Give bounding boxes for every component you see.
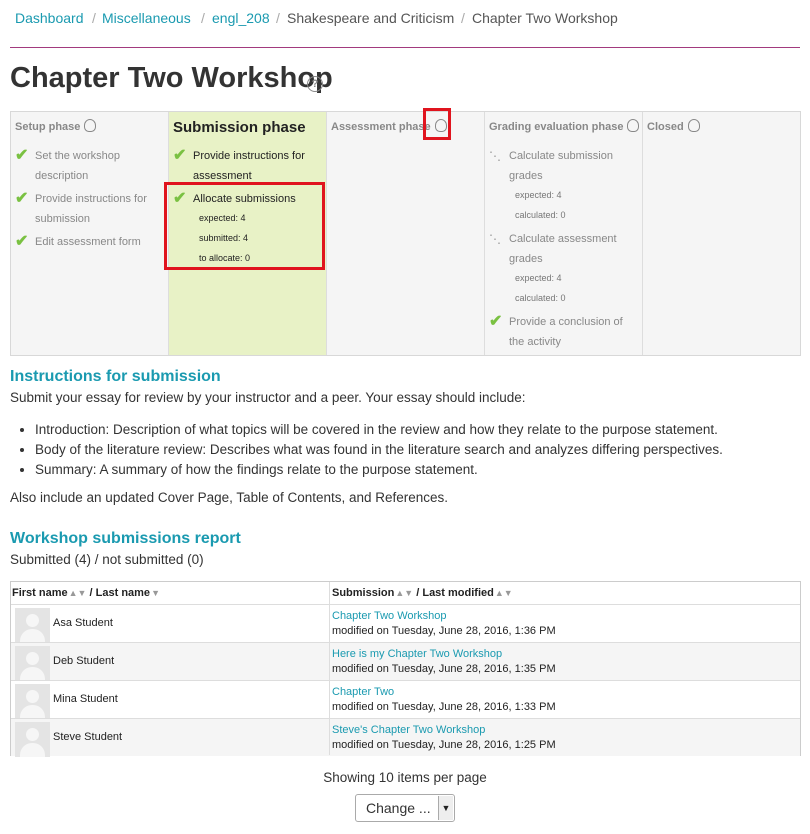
list-item: Summary: A summary of how the findings r…	[35, 460, 723, 480]
submission-link[interactable]: Chapter Two Workshop	[332, 610, 447, 622]
column-header-name: First name▲▼ / Last name▼	[12, 582, 160, 605]
task-label[interactable]: Edit assessment form	[35, 232, 153, 252]
phase-setup-label: Setup phase	[15, 121, 81, 133]
paging-status: Showing 10 items per page	[323, 770, 487, 785]
perpage-select[interactable]: Change ... ▼	[355, 794, 455, 822]
avatar[interactable]	[15, 608, 50, 643]
breadcrumb-separator: /	[461, 10, 465, 26]
sort-submission[interactable]: Submission	[332, 587, 394, 599]
checkmark-icon: ✔	[15, 147, 29, 164]
submissions-table: First name▲▼ / Last name▼ Submission▲▼ /…	[10, 581, 801, 757]
breadcrumb-separator: /	[201, 10, 205, 26]
todo-icon: ⋱	[489, 149, 501, 163]
column-header-submission: Submission▲▼ / Last modified▲▼	[332, 582, 513, 605]
phase-assessment-label: Assessment phase	[331, 121, 431, 133]
breadcrumb-miscellaneous[interactable]: Miscellaneous	[102, 10, 191, 26]
student-name[interactable]: Asa Student	[53, 617, 113, 629]
perpage-select-label: Change ...	[366, 800, 431, 816]
assessment-grades-expected: expected: 4	[515, 273, 562, 283]
phase-setup: Setup phase ✔ Set the workshop descriptio…	[11, 112, 169, 355]
avatar[interactable]	[15, 722, 50, 757]
workshop-phases: Setup phase ✔ Set the workshop descriptio…	[10, 111, 801, 356]
sort-arrows-icon[interactable]: ▼	[151, 582, 160, 605]
checkmark-icon: ✔	[15, 190, 29, 207]
task-label[interactable]: Provide instructions for submission	[35, 189, 153, 229]
report-heading: Workshop submissions report	[10, 530, 241, 547]
task-label[interactable]: Provide a conclusion of the activity	[509, 312, 627, 352]
phase-closed-title[interactable]: Closed	[647, 119, 700, 133]
submission-link[interactable]: Here is my Chapter Two Workshop	[332, 648, 502, 660]
task-label[interactable]: Provide instructions for assessment	[193, 146, 311, 186]
breadcrumb-engl-208[interactable]: engl_208	[212, 10, 270, 26]
page-title: Chapter Two Workshop	[10, 62, 333, 94]
lightbulb-icon[interactable]	[687, 119, 700, 132]
lightbulb-icon[interactable]	[84, 119, 97, 132]
phase-grading-title[interactable]: Grading evaluation phase	[489, 119, 640, 133]
breadcrumb-shakespeare[interactable]: Shakespeare and Criticism	[287, 10, 454, 26]
instructions-list: Introduction: Description of what topics…	[10, 420, 723, 480]
submission-modified: modified on Tuesday, June 28, 2016, 1:35…	[332, 663, 556, 675]
header-divider	[10, 47, 800, 48]
checkmark-icon: ✔	[15, 233, 29, 250]
checkmark-icon: ✔	[489, 313, 503, 330]
table-row: Deb Student Here is my Chapter Two Works…	[11, 642, 800, 681]
sort-arrows-icon[interactable]: ▲▼	[69, 582, 87, 605]
task-label[interactable]: Calculate submission grades	[509, 146, 627, 186]
help-icon[interactable]: ?	[307, 76, 323, 92]
breadcrumb-separator: /	[276, 10, 280, 26]
todo-icon: ⋱	[489, 232, 501, 246]
table-row: Steve Student Steve's Chapter Two Worksh…	[11, 718, 800, 757]
breadcrumb-dashboard[interactable]: Dashboard	[15, 10, 84, 26]
submission-modified: modified on Tuesday, June 28, 2016, 1:25…	[332, 739, 556, 751]
sort-arrows-icon[interactable]: ▲▼	[395, 582, 413, 605]
instructions-intro: Submit your essay for review by your ins…	[10, 390, 526, 405]
phase-grading-label: Grading evaluation phase	[489, 121, 624, 133]
breadcrumb-separator: /	[92, 10, 96, 26]
sort-arrows-icon[interactable]: ▲▼	[495, 582, 513, 605]
highlight-box	[164, 182, 325, 270]
task-label[interactable]: Set the workshop description	[35, 146, 153, 186]
student-name[interactable]: Deb Student	[53, 655, 114, 667]
phase-closed-label: Closed	[647, 121, 684, 133]
column-divider	[329, 582, 330, 755]
phase-closed: Closed	[643, 112, 800, 355]
table-row: Mina Student Chapter Two modified on Tue…	[11, 680, 800, 719]
instructions-heading: Instructions for submission	[10, 368, 221, 385]
instructions-footer: Also include an updated Cover Page, Tabl…	[10, 490, 449, 505]
phase-submission-title: Submission phase	[173, 119, 306, 136]
submission-link[interactable]: Chapter Two	[332, 686, 394, 698]
student-name[interactable]: Mina Student	[53, 693, 118, 705]
breadcrumb-current: Chapter Two Workshop	[472, 10, 618, 26]
submission-link[interactable]: Steve's Chapter Two Workshop	[332, 724, 485, 736]
lightbulb-icon[interactable]	[627, 119, 640, 132]
list-item: Introduction: Description of what topics…	[35, 420, 723, 440]
report-summary: Submitted (4) / not submitted (0)	[10, 552, 204, 567]
phase-grading: Grading evaluation phase ⋱ Calculate subm…	[485, 112, 643, 355]
list-item: Body of the literature review: Describes…	[35, 440, 723, 460]
avatar[interactable]	[15, 646, 50, 681]
submission-grades-calculated: calculated: 0	[515, 210, 566, 220]
phase-setup-title[interactable]: Setup phase	[15, 119, 97, 133]
submission-grades-expected: expected: 4	[515, 190, 562, 200]
avatar[interactable]	[15, 684, 50, 719]
table-row: Asa Student Chapter Two Workshop modifie…	[11, 604, 800, 643]
submission-modified: modified on Tuesday, June 28, 2016, 1:36…	[332, 625, 556, 637]
sort-last-name[interactable]: / Last name	[90, 587, 151, 599]
submission-modified: modified on Tuesday, June 28, 2016, 1:33…	[332, 701, 556, 713]
student-name[interactable]: Steve Student	[53, 731, 122, 743]
sort-last-modified[interactable]: / Last modified	[416, 587, 494, 599]
checkmark-icon: ✔	[173, 147, 187, 164]
assessment-grades-calculated: calculated: 0	[515, 293, 566, 303]
phase-assessment: Assessment phase	[327, 112, 485, 355]
task-label[interactable]: Calculate assessment grades	[509, 229, 627, 269]
chevron-down-icon[interactable]: ▼	[438, 796, 453, 820]
highlight-box	[423, 108, 451, 140]
sort-first-name[interactable]: First name	[12, 587, 68, 599]
